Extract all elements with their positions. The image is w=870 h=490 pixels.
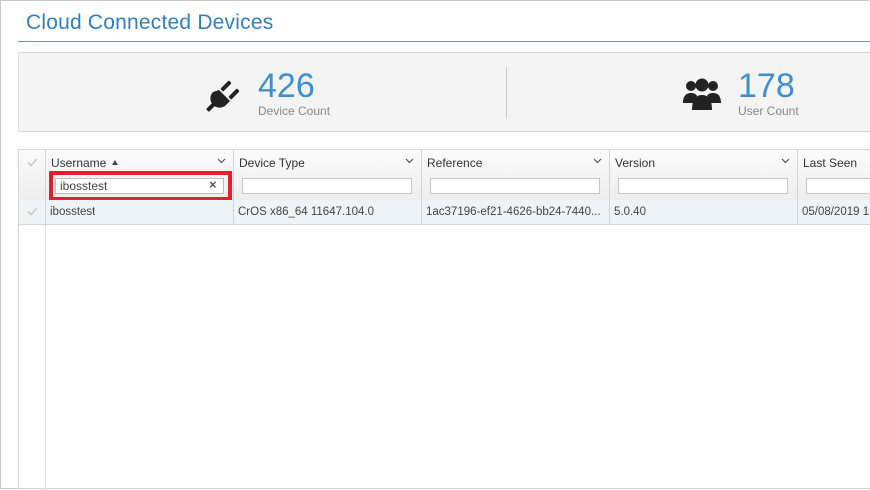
stats-divider	[506, 67, 507, 119]
sort-ascending-icon	[112, 160, 119, 165]
clear-filter-icon[interactable]: ×	[209, 177, 217, 193]
column-username-header[interactable]: Username	[51, 156, 119, 170]
stats-panel: 426 Device Count 178 User Count	[18, 52, 870, 132]
chevron-down-icon[interactable]	[593, 156, 602, 165]
column-device-type-header[interactable]: Device Type	[239, 156, 305, 170]
grid-body-divider	[19, 225, 46, 490]
devices-grid: Username × Device Type Reference Version…	[18, 149, 870, 490]
chevron-down-icon[interactable]	[217, 156, 226, 165]
column-version-header[interactable]: Version	[615, 156, 655, 170]
version-filter-input[interactable]	[618, 178, 788, 194]
device-count-value: 426	[258, 67, 315, 105]
check-icon	[27, 207, 38, 216]
cell-version: 5.0.40	[610, 200, 798, 224]
user-count-label: User Count	[738, 104, 799, 118]
table-row[interactable]: ibosstest CrOS x86_64 11647.104.0 1ac371…	[19, 200, 870, 225]
column-username[interactable]: Username ×	[46, 150, 234, 201]
last-seen-filter-input[interactable]	[806, 178, 870, 194]
grid-header: Username × Device Type Reference Version…	[19, 150, 870, 201]
device-count-label: Device Count	[258, 104, 331, 118]
page-title: Cloud Connected Devices	[26, 11, 274, 34]
device-type-filter-input[interactable]	[242, 178, 412, 194]
cell-reference: 1ac37196-ef21-4626-bb24-7440...	[422, 200, 610, 224]
cell-device-type: CrOS x86_64 11647.104.0	[234, 200, 422, 224]
column-reference[interactable]: Reference	[422, 150, 610, 200]
column-reference-header[interactable]: Reference	[427, 156, 482, 170]
column-device-type[interactable]: Device Type	[234, 150, 422, 200]
reference-filter-input[interactable]	[430, 178, 600, 194]
title-divider	[18, 41, 870, 42]
username-filter-input[interactable]	[55, 178, 224, 194]
plug-icon	[205, 77, 241, 118]
column-last-seen-header[interactable]: Last Seen	[803, 156, 857, 170]
row-select-checkbox[interactable]	[19, 200, 46, 224]
column-version[interactable]: Version	[610, 150, 798, 200]
check-icon	[27, 158, 38, 167]
cell-last-seen: 05/08/2019 1	[802, 206, 870, 218]
cell-username: ibosstest	[46, 200, 234, 224]
chevron-down-icon[interactable]	[405, 156, 414, 165]
chevron-down-icon[interactable]	[781, 156, 790, 165]
user-count-value: 178	[738, 67, 795, 105]
column-last-seen[interactable]: Last Seen	[798, 150, 870, 200]
header-select-all[interactable]	[19, 150, 46, 200]
grid-body	[19, 225, 870, 490]
users-icon	[683, 77, 721, 116]
